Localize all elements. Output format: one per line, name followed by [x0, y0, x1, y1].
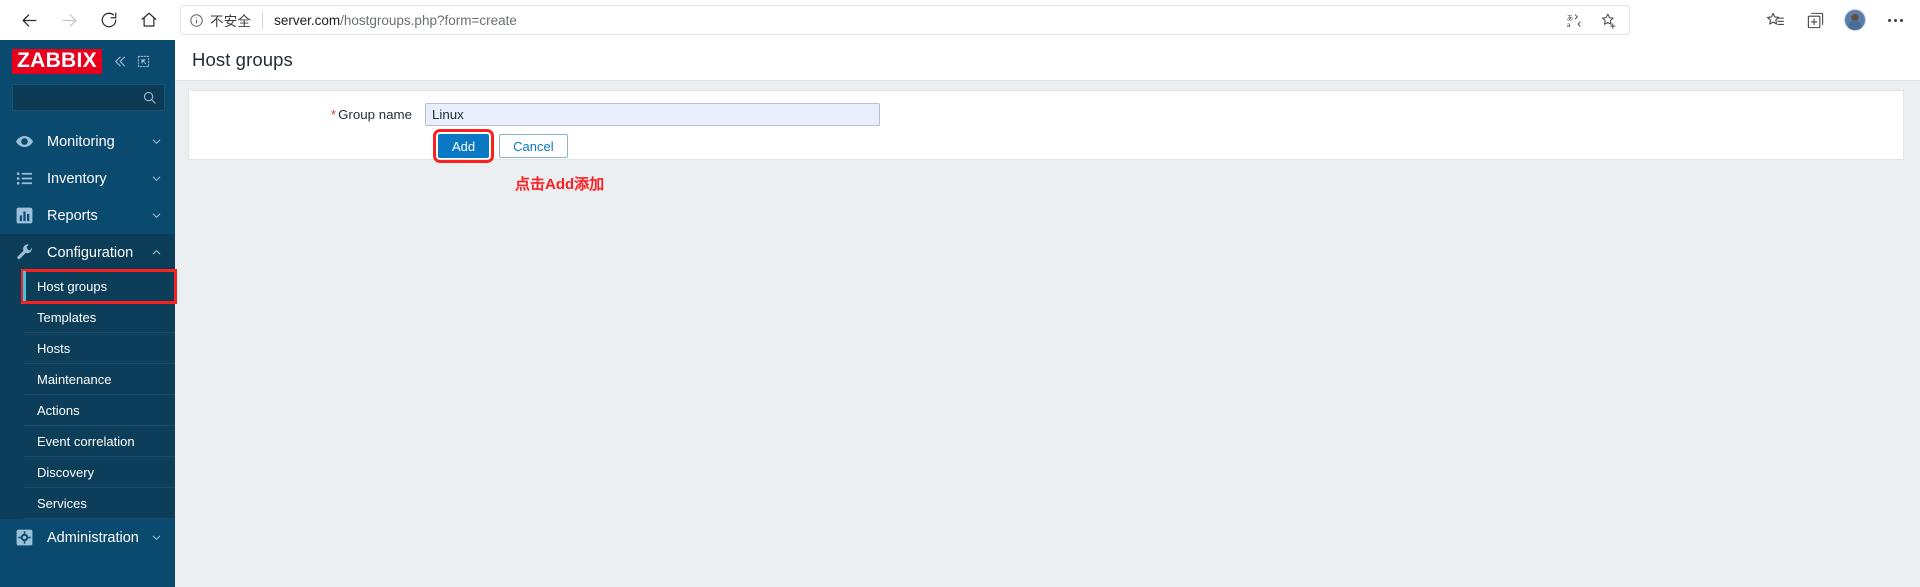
- add-button[interactable]: Add: [432, 129, 495, 163]
- sidebar-item-maintenance[interactable]: Maintenance: [23, 364, 175, 395]
- main-body: *Group name Add Cancel 点击Add添加: [175, 81, 1920, 193]
- address-bar[interactable]: 不安全 server.com/hostgroups.php?form=creat…: [180, 5, 1630, 35]
- sidebar-search-wrap: [0, 82, 175, 123]
- group-name-label-text: Group name: [338, 107, 412, 122]
- chevron-down-icon[interactable]: [151, 136, 175, 147]
- info-circle-icon[interactable]: [189, 13, 204, 28]
- submenu-label: Maintenance: [37, 371, 112, 387]
- sidebar-nav: Monitoring Inventory Reports Configurati…: [0, 123, 177, 587]
- search-icon: [143, 91, 156, 104]
- star-add-icon[interactable]: [1593, 6, 1623, 34]
- svg-text:a: a: [1566, 20, 1570, 28]
- sidebar-item-services[interactable]: Services: [23, 488, 175, 519]
- address-divider: [262, 11, 264, 29]
- browser-toolbar: 不安全 server.com/hostgroups.php?form=creat…: [0, 0, 1920, 40]
- sidebar-item-label: Monitoring: [47, 133, 115, 150]
- annotation-text: 点击Add添加: [515, 176, 605, 193]
- more-dots-glyph: [1887, 18, 1903, 22]
- chevron-down-icon[interactable]: [151, 210, 175, 221]
- wrench-icon: [13, 242, 35, 264]
- translate-icon[interactable]: あ a: [1559, 6, 1589, 34]
- group-name-label: * Group name: [189, 107, 425, 122]
- sidebar-item-event-correlation[interactable]: Event correlation: [23, 426, 175, 457]
- list-icon: [13, 168, 35, 190]
- bar-chart-icon: [13, 205, 35, 227]
- sidebar-item-actions[interactable]: Actions: [23, 395, 175, 426]
- sidebar: ZABBIX Monitoring Inventory Reports Conf…: [0, 40, 177, 587]
- eye-icon: [13, 131, 35, 153]
- reload-icon[interactable]: [90, 3, 128, 37]
- submenu-label: Actions: [37, 402, 80, 418]
- page-container: ZABBIX Monitoring Inventory Reports Conf…: [0, 40, 1920, 587]
- avatar-image: [1844, 9, 1866, 31]
- sidebar-item-label: Inventory: [47, 170, 107, 187]
- submenu-label: Templates: [37, 309, 97, 325]
- browser-toolbar-right: [1758, 0, 1912, 40]
- submenu-label: Discovery: [37, 464, 95, 480]
- submenu-label: Host groups: [37, 278, 108, 294]
- sidebar-item-label: Reports: [47, 207, 98, 224]
- sidebar-item-configuration[interactable]: Configuration: [0, 234, 175, 271]
- split-screen-icon[interactable]: [1798, 5, 1832, 35]
- forward-arrow-icon[interactable]: [50, 3, 88, 37]
- group-name-input[interactable]: [425, 103, 880, 126]
- submenu-label: Event correlation: [37, 433, 135, 449]
- sidebar-item-administration[interactable]: Administration: [0, 519, 175, 556]
- submenu-label: Hosts: [37, 340, 71, 356]
- main-header: Host groups: [175, 40, 1920, 81]
- avatar[interactable]: [1838, 5, 1872, 35]
- group-name-row: * Group name: [189, 91, 1903, 126]
- browser-nav-buttons: [10, 3, 168, 37]
- sidebar-item-reports[interactable]: Reports: [0, 197, 175, 234]
- cancel-button[interactable]: Cancel: [499, 134, 568, 158]
- sidebar-bottom: Administration: [0, 519, 175, 556]
- back-arrow-icon[interactable]: [10, 3, 48, 37]
- sidebar-header: ZABBIX: [0, 40, 175, 82]
- page-title: Host groups: [192, 49, 293, 70]
- host-group-form-panel: *Group name Add Cancel: [188, 90, 1904, 163]
- url-path: /hostgroups.php?form=create: [340, 12, 517, 28]
- required-marker: *: [330, 107, 337, 122]
- sidebar-item-label: Administration: [47, 529, 139, 546]
- chevron-down-icon[interactable]: [151, 532, 175, 543]
- sidebar-item-label: Configuration: [47, 244, 134, 261]
- sidebar-item-templates[interactable]: Templates: [23, 302, 175, 333]
- configuration-submenu: Host groups Templates Hosts Maintenance …: [0, 269, 177, 519]
- address-bar-icons: あ a: [1559, 6, 1623, 34]
- home-icon[interactable]: [130, 3, 168, 37]
- chevron-double-left-icon[interactable]: [112, 54, 127, 69]
- chevron-down-icon[interactable]: [151, 173, 175, 184]
- main-content: Host groups *Group name Add Cancel 点击Add…: [175, 40, 1920, 587]
- sidebar-item-inventory[interactable]: Inventory: [0, 160, 175, 197]
- form-buttons: Add Cancel: [189, 126, 1903, 163]
- zabbix-logo[interactable]: ZABBIX: [12, 48, 102, 74]
- sidebar-item-discovery[interactable]: Discovery: [23, 457, 175, 488]
- gear-icon: [13, 527, 35, 549]
- collections-star-icon[interactable]: [1758, 5, 1792, 35]
- more-dots-icon[interactable]: [1878, 5, 1912, 35]
- sidebar-item-host-groups[interactable]: Host groups: [21, 269, 177, 304]
- url-domain: server.com: [274, 12, 341, 28]
- search-input[interactable]: [12, 84, 165, 111]
- security-label: 不安全: [210, 14, 252, 29]
- chevron-up-icon[interactable]: [151, 247, 175, 258]
- sidebar-item-monitoring[interactable]: Monitoring: [0, 123, 175, 160]
- submenu-label: Services: [37, 495, 87, 511]
- collapse-sidebar-icon[interactable]: [137, 55, 150, 68]
- url-text: server.com/hostgroups.php?form=create: [274, 13, 517, 28]
- sidebar-item-hosts[interactable]: Hosts: [23, 333, 175, 364]
